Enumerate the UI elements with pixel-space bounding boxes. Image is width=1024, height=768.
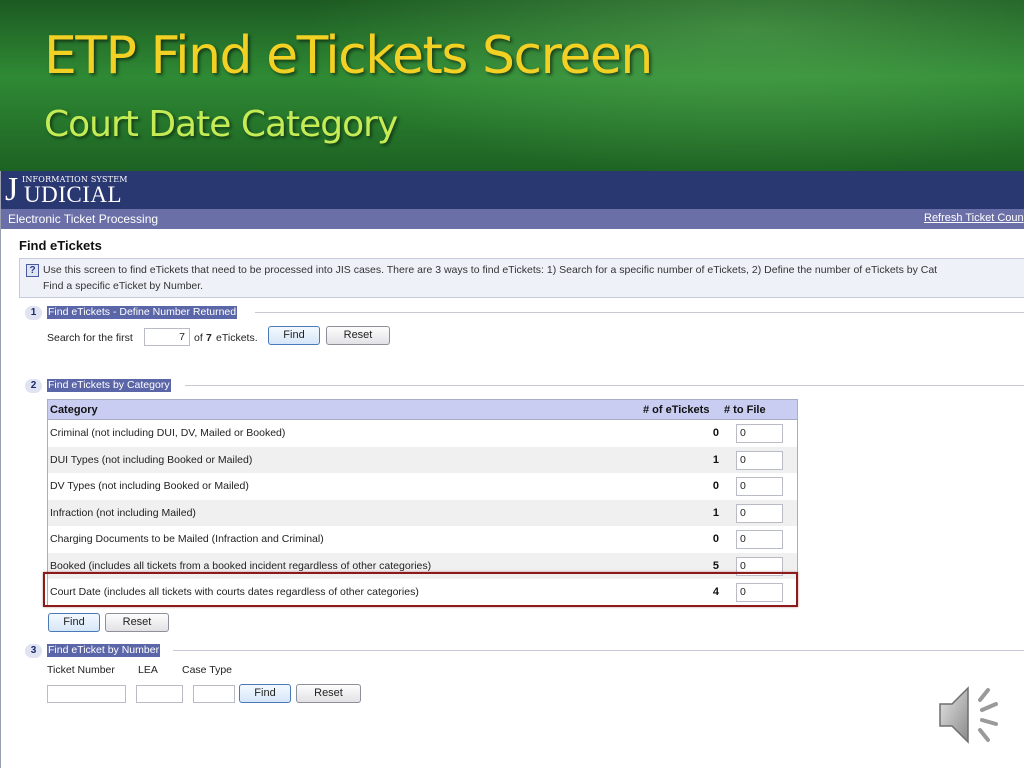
category-name[interactable]: Criminal (not including DUI, DV, Mailed … bbox=[50, 427, 285, 439]
section-3-find-button[interactable]: Find bbox=[239, 684, 291, 703]
section-2-label: Find eTickets by Category bbox=[47, 379, 171, 392]
category-count: 0 bbox=[712, 480, 719, 492]
section-1-reset-button[interactable]: Reset bbox=[326, 326, 390, 345]
slide-header: ETP Find eTickets Screen Court Date Cate… bbox=[0, 0, 1024, 171]
search-count-input[interactable]: 7 bbox=[144, 328, 190, 346]
lea-label: LEA bbox=[138, 664, 158, 676]
category-name[interactable]: DUI Types (not including Booked or Maile… bbox=[50, 454, 252, 466]
section-2-find-button[interactable]: Find bbox=[48, 613, 100, 632]
table-row: Criminal (not including DUI, DV, Mailed … bbox=[48, 420, 797, 447]
section-3-number: 3 bbox=[25, 644, 42, 658]
logo-initial: J bbox=[5, 171, 19, 208]
category-count: 0 bbox=[712, 427, 719, 439]
section-2-divider bbox=[185, 385, 1024, 386]
section-1-divider bbox=[255, 312, 1024, 313]
column-header-count: # of eTickets bbox=[643, 404, 710, 416]
case-type-label: Case Type bbox=[182, 664, 233, 676]
table-row: Infraction (not including Mailed) 1 0 bbox=[48, 499, 797, 526]
case-type-input[interactable] bbox=[193, 685, 235, 703]
section-2-number: 2 bbox=[25, 379, 42, 393]
table-row: Charging Documents to be Mailed (Infract… bbox=[48, 526, 797, 553]
to-file-input[interactable]: 0 bbox=[736, 450, 783, 470]
section-3-divider bbox=[173, 650, 1024, 651]
category-table-header: Category # of eTickets # to File bbox=[48, 400, 797, 420]
module-bar: Electronic Ticket Processing Refresh Tic… bbox=[1, 209, 1024, 229]
to-file-input[interactable]: 0 bbox=[736, 424, 783, 443]
search-prefix-label: Search for the first bbox=[47, 332, 133, 344]
category-count: 0 bbox=[712, 533, 719, 545]
category-count: 5 bbox=[712, 559, 719, 572]
page-title: Find eTickets bbox=[19, 238, 102, 253]
section-1-number: 1 bbox=[25, 306, 42, 320]
app-window: INFORMATION SYSTEM J UDICIAL Electronic … bbox=[0, 171, 1024, 768]
help-box: ? Use this screen to find eTickets that … bbox=[19, 258, 1024, 298]
brand-bar: INFORMATION SYSTEM J UDICIAL bbox=[1, 171, 1024, 209]
help-text-line-2: Find a specific eTicket by Number. bbox=[43, 280, 204, 292]
category-count: 1 bbox=[712, 506, 719, 519]
refresh-ticket-counts-link[interactable]: Refresh Ticket Coun bbox=[924, 212, 1024, 224]
slide-subtitle: Court Date Category bbox=[44, 104, 398, 145]
table-row: DV Types (not including Booked or Mailed… bbox=[48, 473, 797, 500]
section-1-find-button[interactable]: Find bbox=[268, 326, 320, 345]
section-1-label: Find eTickets - Define Number Returned bbox=[47, 306, 238, 319]
slide-title: ETP Find eTickets Screen bbox=[44, 26, 653, 86]
section-3-label: Find eTicket by Number bbox=[47, 644, 161, 657]
category-name[interactable]: Booked (includes all tickets from a book… bbox=[50, 560, 431, 572]
help-text-line-1: Use this screen to find eTickets that ne… bbox=[43, 264, 938, 276]
table-row: DUI Types (not including Booked or Maile… bbox=[48, 446, 797, 473]
question-icon[interactable]: ? bbox=[26, 264, 39, 277]
to-file-input[interactable]: 0 bbox=[736, 477, 783, 496]
ticket-number-label: Ticket Number bbox=[47, 664, 115, 676]
category-count: 1 bbox=[712, 453, 719, 466]
lea-input[interactable] bbox=[136, 685, 183, 703]
of-label: of bbox=[194, 332, 203, 344]
section-3-reset-button[interactable]: Reset bbox=[296, 684, 361, 703]
column-header-category: Category bbox=[50, 404, 98, 416]
section-2-reset-button[interactable]: Reset bbox=[105, 613, 169, 632]
total-count: 7 bbox=[206, 332, 212, 344]
speaker-icon[interactable] bbox=[936, 682, 1006, 748]
to-file-input[interactable]: 0 bbox=[736, 530, 783, 549]
category-name[interactable]: Infraction (not including Mailed) bbox=[50, 507, 196, 519]
court-date-highlight bbox=[43, 572, 798, 607]
module-title: Electronic Ticket Processing bbox=[8, 212, 159, 226]
ticket-number-input[interactable] bbox=[47, 685, 126, 703]
etickets-suffix: eTickets. bbox=[216, 332, 258, 344]
category-name[interactable]: DV Types (not including Booked or Mailed… bbox=[50, 480, 249, 492]
category-name[interactable]: Charging Documents to be Mailed (Infract… bbox=[50, 533, 324, 545]
logo-wordmark: UDICIAL bbox=[24, 182, 123, 207]
to-file-input[interactable]: 0 bbox=[736, 503, 783, 523]
column-header-to-file: # to File bbox=[724, 404, 766, 416]
